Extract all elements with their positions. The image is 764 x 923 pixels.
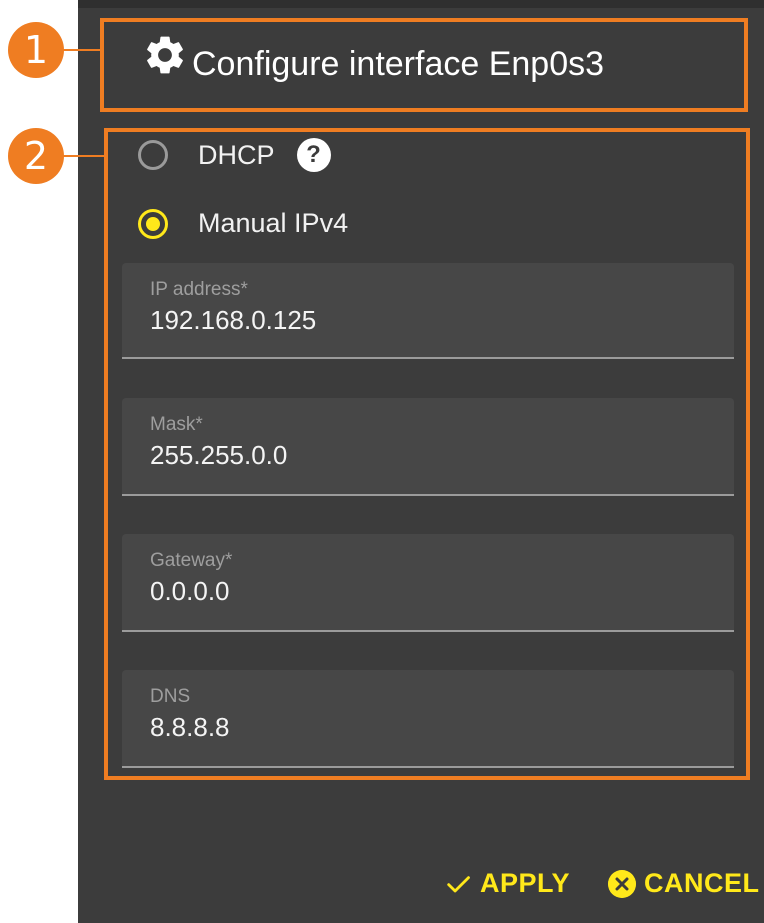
gateway-value[interactable]: 0.0.0.0: [150, 576, 230, 607]
manual-ipv4-radio[interactable]: [138, 208, 168, 239]
dns-value[interactable]: 8.8.8.8: [150, 712, 230, 743]
ip-address-field[interactable]: IP address* 192.168.0.125: [122, 263, 734, 359]
cancel-button[interactable]: CANCEL: [608, 868, 760, 899]
mask-value[interactable]: 255.255.0.0: [150, 440, 287, 471]
ip-address-value[interactable]: 192.168.0.125: [150, 305, 316, 336]
manual-ipv4-option[interactable]: Manual IPv4: [138, 208, 348, 239]
mask-field[interactable]: Mask* 255.255.0.0: [122, 398, 734, 496]
apply-label: APPLY: [480, 868, 571, 898]
dns-label: DNS: [150, 686, 191, 707]
check-icon: [447, 875, 470, 892]
dhcp-radio[interactable]: [138, 140, 168, 170]
top-strip: [78, 0, 764, 8]
callout-number-2: 2: [8, 128, 64, 184]
cancel-label: CANCEL: [644, 868, 760, 898]
dialog-title-text: Configure interface Enp0s3: [192, 44, 605, 83]
gear-icon: [147, 36, 183, 74]
mask-label: Mask*: [150, 414, 203, 435]
dhcp-option[interactable]: DHCP ?: [138, 138, 331, 172]
callout-leader-1: [62, 49, 102, 51]
dns-field[interactable]: DNS 8.8.8.8: [122, 670, 734, 768]
apply-button[interactable]: APPLY: [444, 868, 570, 899]
manual-ipv4-label: Manual IPv4: [198, 208, 349, 238]
question-icon[interactable]: ?: [296, 138, 331, 172]
gateway-field[interactable]: Gateway* 0.0.0.0: [122, 534, 734, 632]
dhcp-label: DHCP: [198, 139, 275, 170]
callout-number-1: 1: [8, 22, 64, 78]
cancel-circle-icon: [608, 869, 636, 898]
dialog-title: Configure interface Enp0s3: [142, 34, 604, 94]
ip-address-label: IP address*: [150, 279, 248, 300]
gateway-label: Gateway*: [150, 550, 233, 571]
callout-leader-2: [62, 155, 106, 157]
